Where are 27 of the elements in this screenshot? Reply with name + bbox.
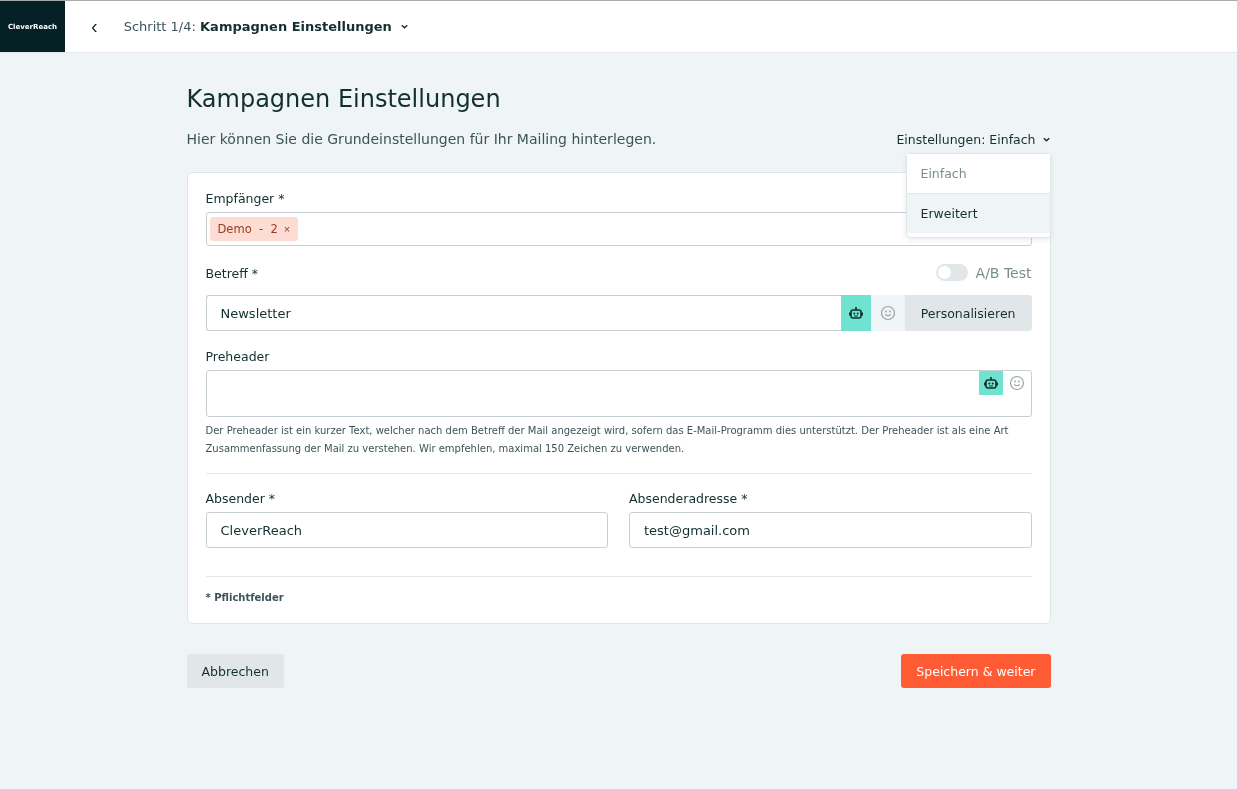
menu-option[interactable]: Einfach: [906, 154, 1050, 193]
field-label: Betreff *: [205, 266, 259, 281]
personalize-button[interactable]: Personalisieren: [904, 295, 1032, 331]
preheader-field[interactable]: [205, 370, 1032, 417]
robot-icon[interactable]: [978, 371, 1003, 395]
sender-address-field[interactable]: test@gmail.com: [629, 512, 1032, 548]
field-label: Absender *: [205, 491, 277, 506]
required-note: * Pflichtfelder: [205, 592, 284, 603]
field-label: Empfänger *: [205, 191, 286, 206]
back-button[interactable]: ‹: [87, 15, 102, 38]
toggle-label: A/B Test: [975, 264, 1032, 281]
step-dropdown[interactable]: Schritt 1/4: Kampagnen Einstellungen: [123, 19, 409, 34]
chevron-down-icon: [399, 22, 409, 31]
field-label: Absenderadresse *: [629, 491, 749, 506]
menu-option[interactable]: Erweitert: [906, 193, 1050, 233]
cancel-button[interactable]: Abbrechen: [186, 654, 284, 688]
ab-test-toggle[interactable]: [935, 264, 968, 281]
page-title: Kampagnen Einstellungen: [186, 85, 502, 113]
robot-icon[interactable]: [840, 295, 871, 331]
settings-dropdown[interactable]: Einstellungen: Einfach: [896, 131, 1051, 147]
page-description: Hier können Sie die Grundeinstellungen für Ihr Mailing hinterlegen.: [186, 131, 657, 147]
remove-tag-button[interactable]: ×: [283, 222, 291, 236]
subject-field[interactable]: Newsletter: [205, 295, 841, 331]
field-label: Preheader: [205, 349, 271, 364]
tag-label: Demo - 2: [217, 222, 278, 236]
help-text: Der Preheader ist ein kurzer Text, welcher nach dem Betreff der Mail angezeigt wird, sofern das E-Mail-Programm dies unterstützt. Der Preheader ist als eine Art Zusammenfassung der Mail zu verstehen. Wir empfehlen, maximal 150 Zeichen zu verwenden.: [205, 424, 1010, 456]
sender-field[interactable]: CleverReach: [205, 512, 608, 548]
